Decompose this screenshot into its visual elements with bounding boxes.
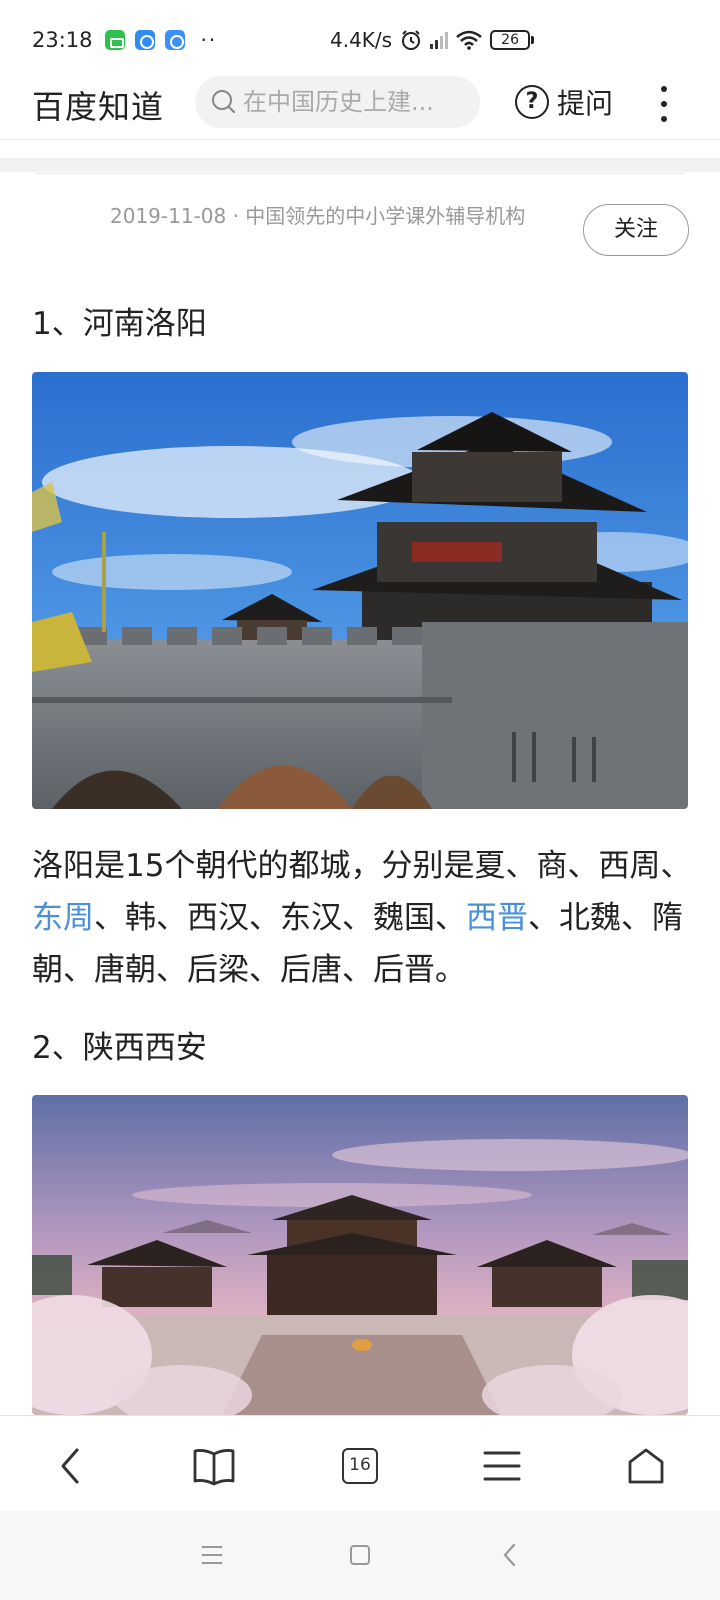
wechat-app-icon [104, 30, 125, 50]
app-header: 百度知道 ? 提问 [0, 72, 720, 140]
back-icon [61, 1448, 79, 1484]
signal-icon [430, 31, 449, 49]
search-bar[interactable] [195, 76, 480, 128]
home-icon [628, 1448, 664, 1484]
system-back-icon [503, 1543, 516, 1567]
answer-meta: 2019-11-08 · 中国领先的中小学课外辅导机构 [110, 204, 526, 228]
status-indicators: 4.4K/s 26 [330, 28, 535, 52]
system-nav-bar [0, 1511, 720, 1600]
section-title-luoyang: 1、河南洛阳 [32, 306, 207, 342]
follow-button[interactable]: 关注 [583, 204, 689, 256]
link-xijin[interactable]: 西晋 [466, 900, 528, 936]
luoyang-description: 洛阳是15个朝代的都城，分别是夏、商、西周、东周、韩、西汉、东汉、魏国、西晋、北… [32, 848, 692, 988]
battery-level: 26 [490, 30, 531, 50]
system-back-button[interactable] [494, 1539, 526, 1571]
recent-apps-icon [202, 1546, 222, 1564]
network-speed: 4.4K/s [330, 28, 393, 52]
divider-line [36, 173, 684, 174]
more-notifications-indicator: ·· [200, 28, 218, 52]
home-button[interactable] [622, 1442, 670, 1490]
more-options-icon[interactable] [660, 86, 668, 122]
square-home-icon [350, 1545, 370, 1565]
status-time: 23:18 [32, 28, 93, 52]
system-home-button[interactable] [344, 1539, 376, 1571]
ask-question-button[interactable]: ? 提问 [515, 82, 613, 122]
bookmarks-button[interactable] [190, 1442, 238, 1490]
xian-palace-photo[interactable] [32, 1095, 688, 1415]
divider-strip [0, 158, 720, 172]
browser-app-icon [134, 30, 155, 50]
recent-apps-button[interactable] [196, 1539, 228, 1571]
bookmarks-icon [193, 1449, 235, 1486]
menu-icon [483, 1451, 521, 1481]
wifi-icon [456, 30, 482, 50]
search-icon [212, 90, 236, 114]
back-button[interactable] [46, 1442, 94, 1490]
menu-button[interactable] [478, 1442, 526, 1490]
alarm-icon [402, 30, 421, 50]
brand-logo[interactable]: 百度知道 [32, 82, 164, 128]
ask-label: 提问 [557, 87, 614, 120]
battery-icon: 26 [490, 30, 535, 50]
question-icon: ? [515, 85, 549, 119]
section-title-xian: 2、陕西西安 [32, 1030, 207, 1066]
luoyang-gate-photo[interactable] [32, 372, 688, 809]
link-dongzhou[interactable]: 东周 [32, 900, 94, 936]
tabs-button[interactable]: 16 [336, 1442, 384, 1490]
qq-app-icon [164, 30, 185, 50]
search-input[interactable] [243, 88, 443, 116]
browser-toolbar: 16 [0, 1415, 720, 1511]
tabs-icon: 16 [342, 1448, 378, 1484]
